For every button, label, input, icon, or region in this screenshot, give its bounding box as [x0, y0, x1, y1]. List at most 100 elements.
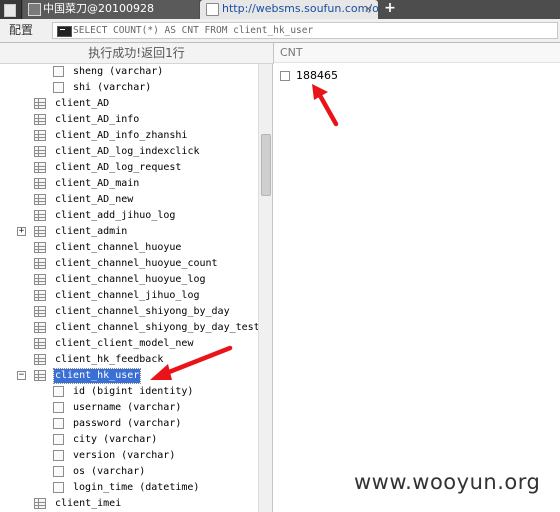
collapse-icon[interactable]: − [17, 371, 26, 380]
page-icon [206, 3, 219, 16]
tree-node-label: version (varchar) [73, 450, 176, 461]
close-icon[interactable]: × [364, 0, 373, 18]
column-node[interactable]: shi (varchar) [0, 80, 258, 96]
table-node[interactable]: client_AD_log_indexclick [0, 144, 258, 160]
table-icon [34, 114, 46, 125]
column-icon [53, 386, 64, 397]
column-node[interactable]: city (varchar) [0, 432, 258, 448]
table-icon [34, 98, 46, 109]
table-icon [34, 194, 46, 205]
watermark: www.wooyun.org [354, 470, 541, 494]
cell-icon [280, 71, 290, 81]
tree-node-label: client_AD_main [55, 178, 140, 189]
tree-node-label: client_channel_huoyue_log [55, 274, 206, 285]
tree-node-label: client_channel_shiyong_by_day [55, 306, 230, 317]
table-node[interactable]: client_AD [0, 96, 258, 112]
table-icon [34, 210, 46, 221]
tree-node-label: client_hk_user [52, 368, 142, 384]
result-column-header[interactable]: CNT [274, 43, 560, 63]
column-node[interactable]: os (varchar) [0, 464, 258, 480]
tab-caidao[interactable]: 中国菜刀@20100928 [23, 0, 199, 19]
table-icon [34, 498, 46, 509]
table-node[interactable]: + client_admin [0, 224, 258, 240]
tree-node-label: shi (varchar) [73, 82, 152, 93]
column-icon [53, 466, 64, 477]
table-node[interactable]: client_add_jihuo_log [0, 208, 258, 224]
table-node[interactable]: client_AD_info_zhanshi [0, 128, 258, 144]
tree-node-label: client_AD_info_zhanshi [55, 130, 188, 141]
tree-node-label: client_hk_feedback [55, 354, 164, 365]
table-icon [34, 354, 46, 365]
tree-node-label: client_AD_log_request [55, 162, 182, 173]
table-icon [34, 226, 46, 237]
tree-node-label: username (varchar) [73, 402, 182, 413]
table-node[interactable]: client_channel_shiyong_by_day_test [0, 320, 258, 336]
table-node[interactable]: client_channel_huoyue [0, 240, 258, 256]
tree-node-label: client_channel_huoyue [55, 242, 182, 253]
pinned-tab[interactable] [0, 0, 22, 19]
result-grid: 188465 [274, 64, 560, 512]
column-icon [53, 450, 64, 461]
table-icon [34, 274, 46, 285]
table-node[interactable]: client_AD_main [0, 176, 258, 192]
browser-tab-bar: 中国菜刀@20100928 http://websms.soufun.com/o… [0, 0, 560, 19]
table-node[interactable]: client_AD_info [0, 112, 258, 128]
table-node[interactable]: − client_hk_user [0, 368, 258, 384]
column-icon [53, 482, 64, 493]
table-icon [34, 258, 46, 269]
sql-input[interactable]: SELECT COUNT(*) AS CNT FROM client_hk_us… [52, 22, 558, 39]
tree-node-label: client_channel_huoyue_count [55, 258, 218, 269]
table-icon [34, 178, 46, 189]
table-icon [34, 242, 46, 253]
table-node[interactable]: client_AD_new [0, 192, 258, 208]
table-node[interactable]: client_channel_jihuo_log [0, 288, 258, 304]
table-icon [34, 130, 46, 141]
tab-label: 中国菜刀@20100928 [43, 2, 154, 15]
tree-node-label: password (varchar) [73, 418, 182, 429]
table-node[interactable]: client_channel_shiyong_by_day [0, 304, 258, 320]
tree-node-label: sheng (varchar) [73, 66, 164, 77]
tree-node-label: client_AD_info [55, 114, 140, 125]
tree-node-label: client_client_model_new [55, 338, 194, 349]
database-tree: sheng (varchar) shi (varchar) client_ADcli… [0, 64, 258, 512]
column-node[interactable]: password (varchar) [0, 416, 258, 432]
config-button[interactable]: 配置 [4, 21, 38, 40]
tree-node-label: id (bigint identity) [73, 386, 194, 397]
column-icon [53, 402, 64, 413]
expand-icon[interactable]: + [17, 227, 26, 236]
column-icon [53, 82, 64, 93]
window-icon [28, 3, 41, 16]
table-icon [34, 370, 46, 381]
table-node[interactable]: client_AD_log_request [0, 160, 258, 176]
column-icon [53, 66, 64, 77]
query-toolbar: 配置 SELECT COUNT(*) AS CNT FROM client_hk… [0, 19, 560, 43]
table-icon [34, 322, 46, 333]
tree-scrollbar[interactable] [258, 64, 273, 512]
tree-node-label: city (varchar) [73, 434, 158, 445]
tab-websms[interactable]: http://websms.soufun.com/o... × [200, 0, 378, 19]
column-node[interactable]: version (varchar) [0, 448, 258, 464]
table-icon [34, 162, 46, 173]
scrollbar-thumb[interactable] [261, 134, 271, 196]
column-node[interactable]: username (varchar) [0, 400, 258, 416]
tree-node-label: client_channel_jihuo_log [55, 290, 200, 301]
tab-label: http://websms.soufun.com/o... [222, 2, 378, 15]
tree-node-label: login_time (datetime) [73, 482, 200, 493]
column-node[interactable]: id (bigint identity) [0, 384, 258, 400]
page-icon [4, 4, 16, 17]
table-node[interactable]: client_client_model_new [0, 336, 258, 352]
new-tab-button[interactable]: + [381, 0, 399, 19]
table-icon [34, 338, 46, 349]
table-icon [34, 146, 46, 157]
tree-node-label: client_AD_new [55, 194, 134, 205]
table-node[interactable]: client_channel_huoyue_log [0, 272, 258, 288]
table-node[interactable]: client_hk_feedback [0, 352, 258, 368]
tree-node-label: client_admin [55, 226, 128, 237]
table-icon [34, 290, 46, 301]
table-node[interactable]: client_channel_huoyue_count [0, 256, 258, 272]
column-node[interactable]: sheng (varchar) [0, 64, 258, 80]
status-message: 执行成功!返回1行 [0, 43, 274, 64]
tree-node-label: client_channel_shiyong_by_day_test [55, 322, 258, 333]
table-node[interactable]: client_imei [0, 496, 258, 512]
column-node[interactable]: login_time (datetime) [0, 480, 258, 496]
